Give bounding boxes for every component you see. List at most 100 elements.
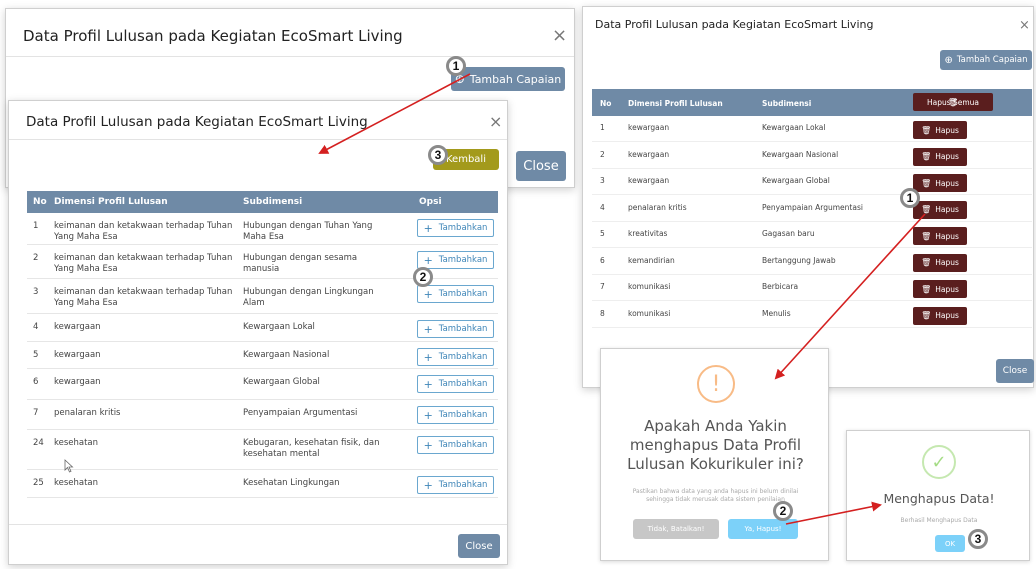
add-subdimension-label: Tambahkan xyxy=(438,289,488,299)
right-add-capaian-button[interactable]: ⊕ Tambah Capaian xyxy=(940,50,1032,70)
row-dimensi: kewargaan xyxy=(628,123,670,132)
delete-label: Hapus xyxy=(935,125,959,135)
add-subdimension-button[interactable]: + Tambahkan xyxy=(417,476,494,494)
cancel-button[interactable]: Tidak, Batalkan! xyxy=(633,519,719,539)
outer-modal-divider xyxy=(6,56,574,57)
row-dimensi: kewargaan xyxy=(628,149,670,159)
confirm-delete-button[interactable]: Ya, Hapus! xyxy=(728,519,798,539)
row-no: 4 xyxy=(33,322,39,332)
add-subdimension-label: Tambahkan xyxy=(438,223,488,233)
outer-modal-close-icon[interactable]: × xyxy=(552,27,567,45)
add-subdimension-button[interactable]: + Tambahkan xyxy=(417,406,494,424)
table-row: 4 penalaran kritis Penyampaian Argumentasi… xyxy=(592,196,1032,222)
left-footer-divider xyxy=(9,524,507,525)
delete-button[interactable]: 🗑 Hapus xyxy=(913,227,967,245)
plus-icon: + xyxy=(423,438,433,452)
row-no: 1 xyxy=(33,221,39,231)
left-col-dimensi: Dimensi Profil Lulusan xyxy=(54,197,168,207)
row-dimensi: komunikasi xyxy=(628,308,671,318)
success-message: Berhasil Menghapus Data xyxy=(900,517,978,524)
row-no: 7 xyxy=(33,408,39,418)
add-subdimension-label: Tambahkan xyxy=(438,352,488,362)
row-no: 1 xyxy=(600,123,605,132)
row-subdimensi: Bertanggung Jawab xyxy=(762,255,836,265)
warning-icon-symbol: ! xyxy=(711,371,721,397)
delete-button[interactable]: 🗑 Hapus xyxy=(913,280,967,298)
plus-icon: + xyxy=(423,478,433,492)
delete-button[interactable]: 🗑 Hapus xyxy=(913,253,967,272)
row-no: 5 xyxy=(33,350,39,360)
row-subdimensi: Kebugaran, kesehatan fisik, dan kesehata… xyxy=(243,438,380,460)
table-row: 25 kesehatan Kesehatan Lingkungan + Tambahka… xyxy=(27,470,498,498)
delete-label: Hapus xyxy=(935,284,959,294)
row-subdimensi: Penyampaian Argumentasi xyxy=(243,408,358,418)
plus-icon: + xyxy=(423,287,433,301)
ok-button[interactable]: OK xyxy=(935,535,965,552)
delete-button[interactable]: 🗑 Hapus xyxy=(913,121,967,139)
row-dimensi: keimanan dan ketakwaan terhadap Tuhan Ya… xyxy=(54,221,233,243)
outer-add-capaian-button[interactable]: ⊕ Tambah Capaian xyxy=(451,67,565,91)
row-subdimensi: Kewargaan Nasional xyxy=(243,350,330,360)
row-no: 4 xyxy=(600,202,605,212)
right-col-no: No xyxy=(600,99,612,108)
plus-icon: + xyxy=(423,408,433,422)
table-row: 3 kewargaan Kewargaan Global 🗑 Hapus xyxy=(592,169,1032,195)
left-col-no: No xyxy=(33,197,47,207)
left-close-button[interactable]: Close xyxy=(458,534,500,558)
add-subdimension-label: Tambahkan xyxy=(438,480,488,490)
row-no: 8 xyxy=(600,308,605,318)
mouse-cursor-icon xyxy=(64,459,74,473)
row-dimensi: kewargaan xyxy=(54,350,101,360)
outer-close-button[interactable]: Close xyxy=(516,151,566,181)
step-badge: 1 xyxy=(900,188,920,208)
row-subdimensi: Kewargaan Lokal xyxy=(762,123,826,132)
row-subdimensi: Kesehatan Lingkungan xyxy=(243,478,340,488)
step-badge: 2 xyxy=(413,267,433,287)
row-dimensi: kesehatan xyxy=(54,478,99,488)
delete-button[interactable]: 🗑 Hapus xyxy=(913,147,967,166)
delete-label: Hapus xyxy=(935,311,959,320)
success-dialog: ✓ Menghapus Data! Berhasil Menghapus Dat… xyxy=(846,430,1030,561)
delete-button[interactable]: 🗑 Hapus xyxy=(913,306,967,325)
add-subdimension-button[interactable]: + Tambahkan xyxy=(417,375,494,393)
add-subdimension-label: Tambahkan xyxy=(438,255,488,265)
row-no: 3 xyxy=(600,176,605,185)
row-dimensi: penalaran kritis xyxy=(628,202,687,212)
delete-button[interactable]: 🗑 Hapus xyxy=(913,174,967,192)
check-icon-symbol: ✓ xyxy=(931,451,947,473)
add-subdimension-label: Tambahkan xyxy=(438,379,488,389)
right-modal: Data Profil Lulusan pada Kegiatan EcoSma… xyxy=(582,6,1034,388)
step-badge: 3 xyxy=(428,145,448,165)
delete-button[interactable]: 🗑 Hapus xyxy=(913,200,967,219)
delete-all-label: Hapus Semua xyxy=(926,97,980,107)
add-subdimension-button[interactable]: + Tambahkan xyxy=(417,348,494,366)
delete-label: Hapus xyxy=(935,152,959,161)
table-row: 1 keimanan dan ketakwaan terhadap Tuhan Y… xyxy=(27,213,498,245)
trash-icon: 🗑 xyxy=(921,205,932,214)
add-subdimension-button[interactable]: + Tambahkan xyxy=(417,320,494,338)
add-subdimension-button[interactable]: + Tambahkan xyxy=(417,436,494,454)
add-subdimension-button[interactable]: + Tambahkan xyxy=(417,219,494,237)
add-subdimension-button[interactable]: + Tambahkan xyxy=(417,251,494,269)
delete-label: Hapus xyxy=(935,205,959,214)
row-dimensi: penalaran kritis xyxy=(54,408,121,418)
step-badge: 3 xyxy=(968,529,988,549)
check-circle-icon: ✓ xyxy=(922,445,956,479)
row-no: 24 xyxy=(33,438,44,448)
add-subdimension-button[interactable]: + Tambahkan xyxy=(417,285,494,303)
right-add-capaian-label: Tambah Capaian xyxy=(956,55,1028,65)
trash-icon: 🗑 xyxy=(921,125,932,135)
row-subdimensi: Gagasan baru xyxy=(762,229,815,238)
right-modal-close-icon[interactable]: × xyxy=(1019,19,1030,32)
left-modal-close-icon[interactable]: × xyxy=(489,114,502,130)
right-col-subdimensi: Subdimensi xyxy=(762,99,812,108)
delete-all-button[interactable]: 🗑 Hapus Semua xyxy=(913,93,993,111)
right-close-button[interactable]: Close xyxy=(996,359,1034,383)
row-subdimensi: Berbicara xyxy=(762,282,799,291)
table-row: 6 kemandirian Bertanggung Jawab 🗑 Hapus xyxy=(592,249,1032,275)
delete-label: Hapus xyxy=(935,178,959,188)
plus-icon: + xyxy=(423,253,433,267)
trash-icon: 🗑 xyxy=(921,152,932,161)
confirm-dialog: ! Apakah Anda Yakin menghapus Data Profi… xyxy=(600,348,829,561)
add-subdimension-label: Tambahkan xyxy=(438,410,488,420)
